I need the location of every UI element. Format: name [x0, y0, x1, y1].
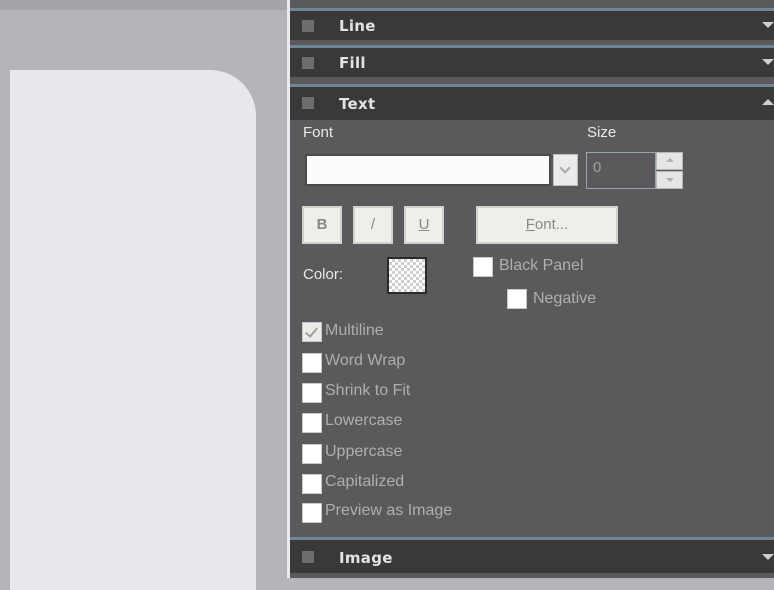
- color-label: Color:: [303, 266, 344, 283]
- italic-button[interactable]: /: [353, 206, 393, 244]
- underline-label: U: [418, 216, 430, 233]
- size-increment-button[interactable]: [656, 152, 683, 170]
- section-square-icon: [302, 57, 314, 69]
- multiline-label: Multiline: [325, 322, 384, 339]
- canvas-top-strip: [0, 0, 287, 10]
- section-square-icon: [302, 20, 314, 32]
- font-button-label: ont...: [534, 216, 569, 233]
- black-panel-checkbox[interactable]: [473, 257, 493, 277]
- multiline-checkbox[interactable]: [302, 322, 322, 342]
- preview-as-image-label: Preview as Image: [325, 502, 453, 519]
- negative-checkbox[interactable]: [507, 289, 527, 309]
- section-header-line[interactable]: Line: [290, 8, 774, 40]
- size-decrement-button[interactable]: [656, 171, 683, 189]
- lowercase-label: Lowercase: [325, 412, 403, 429]
- properties-panel: Line Fill Text Font Size 0 B / U Font...…: [290, 0, 774, 578]
- section-header-text[interactable]: Text: [290, 84, 774, 120]
- capitalized-checkbox[interactable]: [302, 474, 322, 494]
- section-header-fill[interactable]: Fill: [290, 45, 774, 77]
- font-label: Font: [303, 124, 334, 141]
- bold-label: B: [316, 216, 328, 233]
- black-panel-label: Black Panel: [499, 257, 584, 274]
- section-square-icon: [302, 97, 314, 109]
- lowercase-checkbox[interactable]: [302, 413, 322, 433]
- bold-button[interactable]: B: [302, 206, 342, 244]
- expand-arrow-icon[interactable]: [762, 59, 774, 65]
- size-input[interactable]: 0: [586, 152, 656, 189]
- font-button-mnemonic: F: [525, 216, 535, 233]
- section-title-fill: Fill: [339, 54, 366, 72]
- preview-as-image-checkbox[interactable]: [302, 503, 322, 523]
- arrow-up-icon: [666, 158, 674, 162]
- word-wrap-checkbox[interactable]: [302, 353, 322, 373]
- font-dropdown-button[interactable]: [553, 154, 578, 186]
- uppercase-label: Uppercase: [325, 443, 403, 460]
- section-header-image[interactable]: Image: [290, 537, 774, 573]
- collapse-arrow-icon[interactable]: [762, 99, 774, 105]
- page-sheet[interactable]: [10, 70, 256, 590]
- shrink-to-fit-label: Shrink to Fit: [325, 382, 411, 399]
- font-dialog-button[interactable]: Font...: [476, 206, 618, 244]
- canvas-area[interactable]: [0, 0, 287, 590]
- section-title-image: Image: [339, 549, 393, 567]
- italic-label: /: [370, 216, 376, 233]
- arrow-down-icon: [666, 178, 674, 182]
- negative-label: Negative: [533, 290, 597, 307]
- underline-button[interactable]: U: [404, 206, 444, 244]
- expand-arrow-icon[interactable]: [762, 22, 774, 28]
- section-title-line: Line: [339, 17, 376, 35]
- font-select[interactable]: [305, 154, 551, 186]
- shrink-to-fit-checkbox[interactable]: [302, 383, 322, 403]
- size-label: Size: [587, 124, 617, 141]
- panel-bottom-edge: [290, 573, 774, 578]
- chevron-down-icon: [559, 162, 571, 174]
- capitalized-label: Capitalized: [325, 473, 405, 490]
- section-square-icon: [302, 551, 314, 563]
- uppercase-checkbox[interactable]: [302, 444, 322, 464]
- section-title-text: Text: [339, 95, 376, 113]
- word-wrap-label: Word Wrap: [325, 352, 406, 369]
- expand-arrow-icon[interactable]: [762, 554, 774, 560]
- color-swatch[interactable]: [387, 257, 427, 294]
